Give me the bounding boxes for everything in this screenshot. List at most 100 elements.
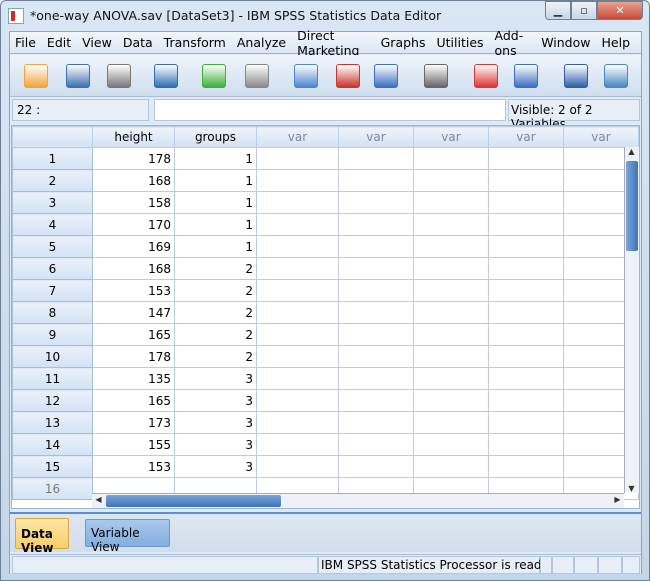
cell-empty[interactable]	[488, 455, 564, 478]
cell-empty[interactable]	[256, 301, 339, 324]
variables-icon[interactable]	[370, 60, 402, 92]
cell-empty[interactable]	[488, 323, 564, 346]
cell-empty[interactable]	[338, 323, 414, 346]
menu-file[interactable]: File	[15, 35, 36, 50]
menu-analyze[interactable]: Analyze	[237, 35, 286, 50]
row-number[interactable]: 15	[12, 455, 93, 478]
cell-empty[interactable]	[413, 301, 489, 324]
cell-empty[interactable]	[413, 213, 489, 236]
horizontal-scrollbar[interactable]: ◀ ▶	[92, 493, 624, 508]
cell-height[interactable]: 178	[92, 345, 175, 368]
cell-empty[interactable]	[488, 147, 564, 170]
cell-groups[interactable]: 1	[174, 235, 257, 258]
row-number[interactable]: 4	[12, 213, 93, 236]
menu-data[interactable]: Data	[123, 35, 153, 50]
cell-height[interactable]: 169	[92, 235, 175, 258]
cell-empty[interactable]	[413, 235, 489, 258]
cell-groups[interactable]: 2	[174, 257, 257, 280]
column-header-var[interactable]: var	[338, 126, 414, 148]
vertical-scroll-thumb[interactable]	[626, 161, 638, 251]
cell-height[interactable]: 158	[92, 191, 175, 214]
vertical-scrollbar[interactable]: ▲ ▼	[624, 147, 639, 493]
cell-empty[interactable]	[256, 455, 339, 478]
cell-empty[interactable]	[338, 279, 414, 302]
maximize-button[interactable]: ▫	[571, 1, 597, 20]
row-number[interactable]: 2	[12, 169, 93, 192]
column-header-var[interactable]: var	[256, 126, 339, 148]
cell-empty[interactable]	[338, 301, 414, 324]
go-to-case-icon[interactable]	[290, 60, 322, 92]
row-number[interactable]: 11	[12, 367, 93, 390]
cell-groups[interactable]: 1	[174, 213, 257, 236]
cell-empty[interactable]	[256, 411, 339, 434]
cell-empty[interactable]	[338, 213, 414, 236]
cell-empty[interactable]	[413, 191, 489, 214]
cell-groups[interactable]: 3	[174, 455, 257, 478]
cell-empty[interactable]	[413, 455, 489, 478]
column-header-var[interactable]: var	[413, 126, 489, 148]
cell-groups[interactable]: 2	[174, 279, 257, 302]
cell-empty[interactable]	[488, 411, 564, 434]
cell-empty[interactable]	[256, 257, 339, 280]
horizontal-scroll-thumb[interactable]	[106, 495, 281, 507]
split-file-icon[interactable]	[510, 60, 542, 92]
cell-empty[interactable]	[338, 235, 414, 258]
cell-empty[interactable]	[413, 345, 489, 368]
cell-empty[interactable]	[256, 323, 339, 346]
column-header-groups[interactable]: groups	[174, 126, 257, 148]
cell-empty[interactable]	[488, 345, 564, 368]
redo-icon[interactable]	[241, 60, 273, 92]
row-number[interactable]: 6	[12, 257, 93, 280]
cell-empty[interactable]	[338, 147, 414, 170]
row-number[interactable]: 16	[12, 477, 93, 500]
cell-empty[interactable]	[338, 367, 414, 390]
cell-groups[interactable]: 3	[174, 433, 257, 456]
scroll-down-icon[interactable]: ▼	[625, 484, 638, 493]
cell-groups[interactable]: 3	[174, 389, 257, 412]
menu-window[interactable]: Window	[541, 35, 590, 50]
cell-empty[interactable]	[256, 147, 339, 170]
cell-empty[interactable]	[256, 169, 339, 192]
row-number[interactable]: 5	[12, 235, 93, 258]
column-header-height[interactable]: height	[92, 126, 175, 148]
cell-empty[interactable]	[488, 279, 564, 302]
cell-empty[interactable]	[413, 147, 489, 170]
row-number[interactable]: 1	[12, 147, 93, 170]
cell-groups[interactable]: 2	[174, 323, 257, 346]
cell-groups[interactable]: 2	[174, 301, 257, 324]
insert-variable-icon[interactable]	[470, 60, 502, 92]
minimize-button[interactable]: ▁	[545, 1, 571, 20]
cell-empty[interactable]	[256, 345, 339, 368]
row-number[interactable]: 9	[12, 323, 93, 346]
close-button[interactable]: ✕	[597, 1, 643, 20]
cell-height[interactable]: 153	[92, 455, 175, 478]
cell-empty[interactable]	[256, 389, 339, 412]
cell-empty[interactable]	[413, 323, 489, 346]
tab-variable-view[interactable]: Variable View	[85, 519, 170, 554]
cell-height[interactable]: 178	[92, 147, 175, 170]
scroll-right-icon[interactable]: ▶	[611, 495, 624, 504]
row-number[interactable]: 10	[12, 345, 93, 368]
cell-empty[interactable]	[256, 367, 339, 390]
menu-transform[interactable]: Transform	[164, 35, 226, 50]
cell-height[interactable]: 168	[92, 169, 175, 192]
cell-groups[interactable]: 1	[174, 169, 257, 192]
corner-cell[interactable]	[12, 126, 93, 148]
cell-empty[interactable]	[338, 345, 414, 368]
column-header-var[interactable]: var	[563, 126, 639, 148]
cell-empty[interactable]	[256, 433, 339, 456]
column-header-var[interactable]: var	[488, 126, 564, 148]
find-icon[interactable]	[420, 60, 452, 92]
cell-empty[interactable]	[488, 191, 564, 214]
row-number[interactable]: 13	[12, 411, 93, 434]
row-number[interactable]: 14	[12, 433, 93, 456]
row-number[interactable]: 7	[12, 279, 93, 302]
cell-groups[interactable]: 3	[174, 411, 257, 434]
cell-height[interactable]: 153	[92, 279, 175, 302]
row-number[interactable]: 12	[12, 389, 93, 412]
undo-icon[interactable]	[198, 60, 230, 92]
cell-value-input[interactable]	[154, 99, 506, 121]
cell-empty[interactable]	[413, 367, 489, 390]
open-folder-icon[interactable]	[20, 60, 52, 92]
cell-empty[interactable]	[338, 455, 414, 478]
